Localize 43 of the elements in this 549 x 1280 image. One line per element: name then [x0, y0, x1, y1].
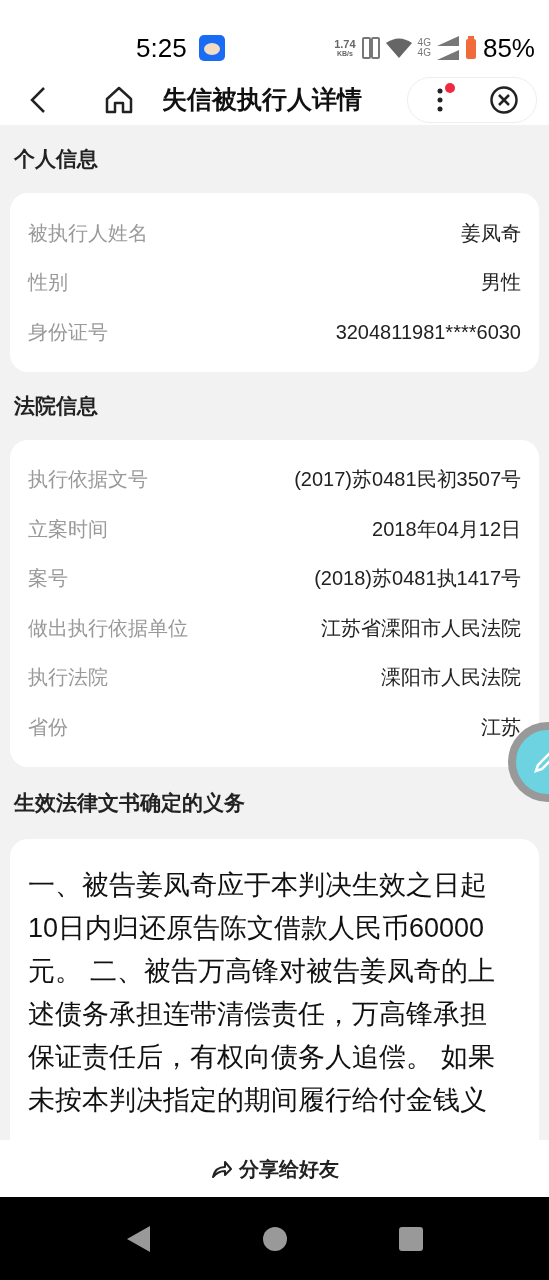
field-label: 执行依据文号: [28, 467, 148, 493]
network-speed: 1.74: [334, 39, 356, 50]
field-value: 2018年04月12日: [372, 516, 521, 542]
back-icon[interactable]: [28, 86, 48, 114]
field-label: 做出执行依据单位: [28, 615, 188, 641]
field-value: 江苏省溧阳市人民法院: [321, 615, 521, 641]
field-label: 执行法院: [28, 665, 108, 691]
network-type: 4G: [417, 38, 431, 48]
wifi-icon: [385, 38, 412, 58]
nav-recents-icon[interactable]: [397, 1225, 424, 1252]
network-type: 4G: [417, 48, 431, 58]
nav-back-icon[interactable]: [125, 1224, 152, 1253]
duty-text: 一、被告姜凤奇应于本判决生效之日起10日内归还原告陈文借款人民币60000元。 二、被告万高锋对被告姜凤奇的上述债务承担连带清偿责任，万高锋承担保证责任后，有权向债务人追偿。 如果未按本判决指定的期间履行给付金钱义: [28, 868, 496, 1117]
sim-icon: [361, 37, 380, 59]
battery-icon: [464, 36, 477, 60]
page-title: 失信被执行人详情: [162, 84, 362, 116]
share-button[interactable]: 分享给好友: [210, 1153, 339, 1184]
more-icon: [437, 88, 443, 112]
signal-icon: [436, 36, 459, 60]
field-value: 3204811981****6030: [335, 319, 521, 345]
app-notification-icon: [198, 35, 225, 61]
field-label: 省份: [28, 714, 68, 740]
field-value: 姜凤奇: [461, 220, 521, 246]
section-title: 个人信息: [13, 146, 99, 173]
field-value: (2017)苏0481民初3507号: [294, 467, 521, 493]
close-icon: [490, 86, 518, 114]
nav-home-icon[interactable]: [261, 1225, 288, 1252]
field-label: 性别: [28, 270, 68, 296]
battery-percent: 85%: [482, 35, 535, 61]
status-time: 5:25: [136, 35, 187, 61]
field-value: 男性: [481, 270, 521, 296]
section-title: 生效法律文书确定的义务: [12, 789, 246, 816]
field-label: 案号: [28, 566, 68, 592]
field-label: 立案时间: [28, 516, 108, 542]
field-value: (2018)苏0481执1417号: [314, 566, 521, 592]
close-button[interactable]: [489, 85, 519, 115]
field-label: 身份证号: [28, 319, 108, 345]
field-label: 被执行人姓名: [28, 220, 148, 246]
section-title: 法院信息: [13, 392, 99, 419]
field-value: 江苏: [481, 714, 521, 740]
field-value: 溧阳市人民法院: [381, 665, 521, 691]
home-icon[interactable]: [104, 85, 134, 115]
share-icon: [210, 1158, 233, 1179]
